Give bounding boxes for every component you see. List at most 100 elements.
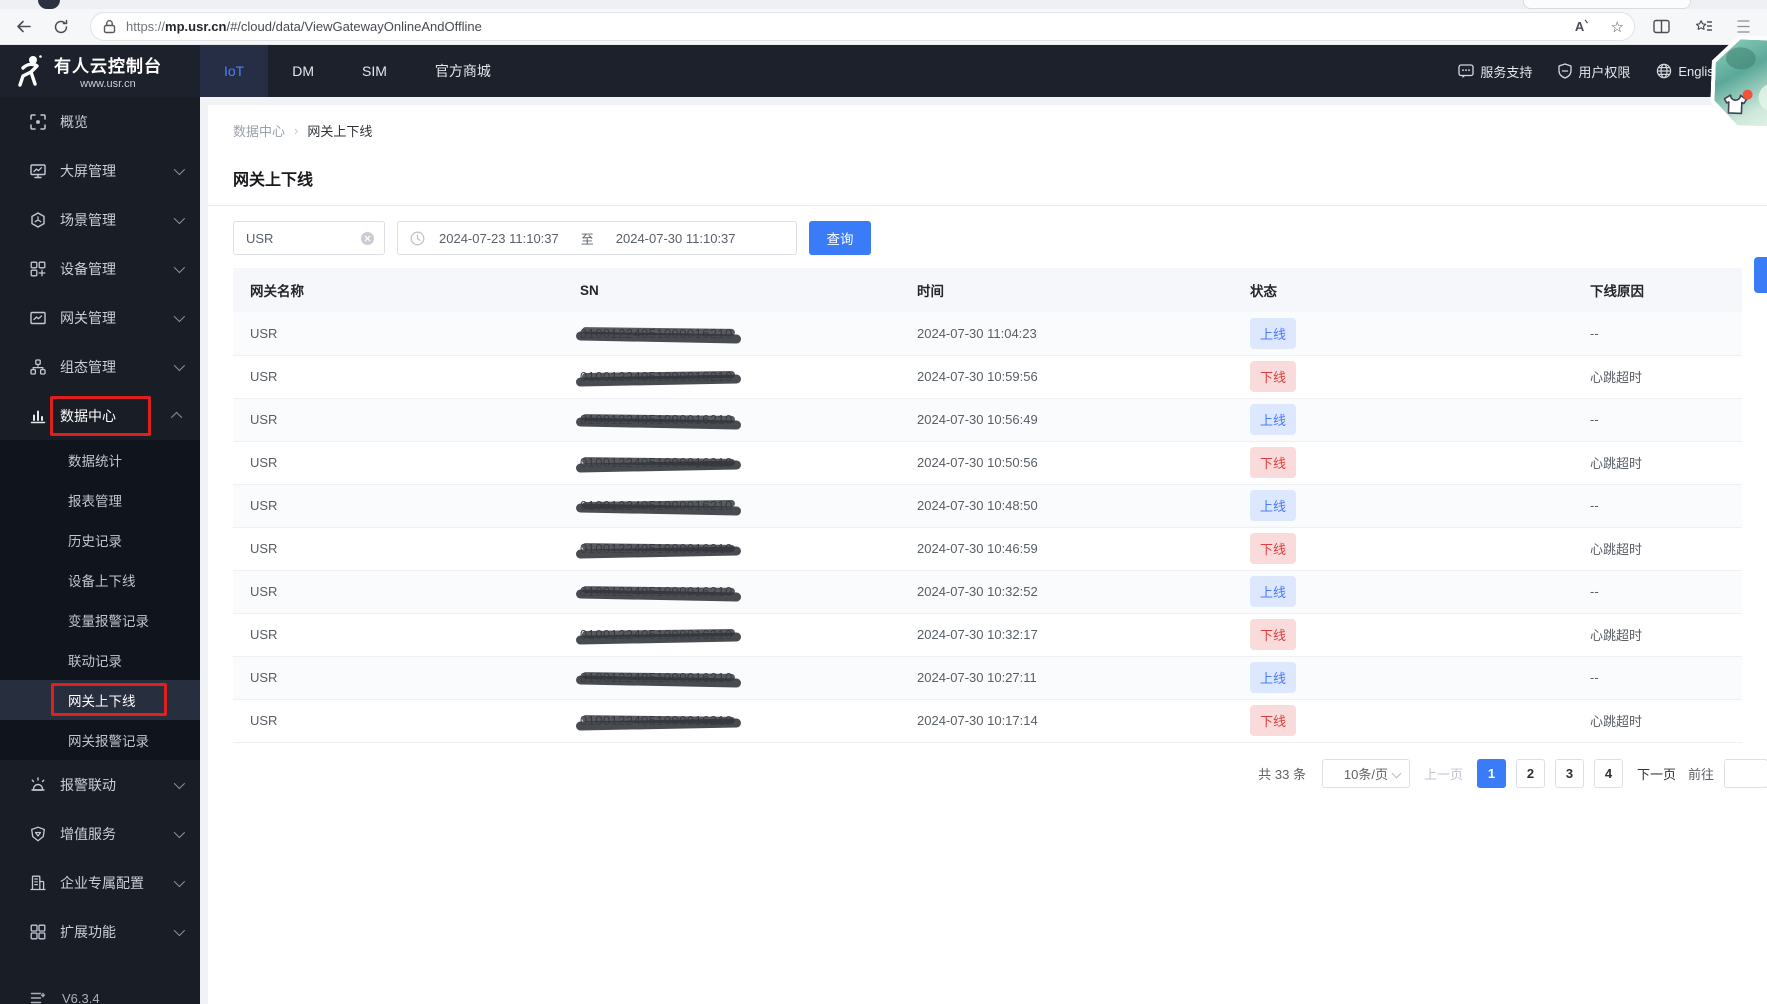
cell-gateway-name: USR xyxy=(233,699,563,743)
read-aloud-icon[interactable]: Aᐠ xyxy=(1575,19,1589,34)
cell-status: 下线 xyxy=(1233,613,1573,657)
cell-time: 2024-07-30 10:59:56 xyxy=(900,355,1233,399)
page-button-1[interactable]: 1 xyxy=(1476,758,1506,788)
date-start: 2024-07-23 11:10:37 xyxy=(439,230,559,246)
gateway-icon xyxy=(30,311,46,324)
logo[interactable]: 有人云控制台 www.usr.cn xyxy=(0,52,200,90)
cell-status: 上线 xyxy=(1233,312,1573,356)
cell-sn: 01001224051000016210 xyxy=(563,312,900,356)
support-link[interactable]: 服务支持 xyxy=(1458,62,1532,81)
prev-page-button[interactable]: 上一页 xyxy=(1424,764,1463,783)
query-button[interactable]: 查询 xyxy=(809,221,871,255)
sidebar-subitem-gateway-alarm[interactable]: 网关报警记录 xyxy=(0,720,200,760)
page-button-4[interactable]: 4 xyxy=(1593,758,1623,788)
sidebar-subitem-linkage[interactable]: 联动记录 xyxy=(0,640,200,680)
col-status: 状态 xyxy=(1233,268,1573,312)
gateway-name-input[interactable] xyxy=(233,221,385,255)
cell-status: 下线 xyxy=(1233,527,1573,571)
sidebar-item-device[interactable]: 设备管理 xyxy=(0,244,200,293)
sidebar-subitem-data-stats[interactable]: 数据统计 xyxy=(0,440,200,480)
version-icon xyxy=(30,992,46,1004)
status-badge: 上线 xyxy=(1250,317,1297,349)
sidebar-item-gateway[interactable]: 网关管理 xyxy=(0,293,200,342)
sidebar: 概览 大屏管理 场景管理 设备管理 网关管理 组态管理 数据中心 数据统计 报表… xyxy=(0,97,200,1004)
datacenter-submenu: 数据统计 报表管理 历史记录 设备上下线 变量报警记录 联动记录 网关上下线 网… xyxy=(0,440,200,760)
permissions-link[interactable]: 用户权限 xyxy=(1558,62,1630,81)
favorite-star-icon[interactable]: ☆ xyxy=(1611,18,1624,36)
sidebar-subitem-device-onoff[interactable]: 设备上下线 xyxy=(0,560,200,600)
sidebar-subitem-var-alarm[interactable]: 变量报警记录 xyxy=(0,600,200,640)
breadcrumb-current: 网关上下线 xyxy=(307,123,373,139)
sidebar-subitem-report[interactable]: 报表管理 xyxy=(0,480,200,520)
page-button-2[interactable]: 2 xyxy=(1515,758,1545,788)
tab-sim[interactable]: SIM xyxy=(338,45,411,97)
cell-status: 上线 xyxy=(1233,398,1573,442)
next-page-button[interactable]: 下一页 xyxy=(1637,764,1676,783)
logo-subtitle: www.usr.cn xyxy=(80,78,136,90)
sidebar-item-scene[interactable]: 场景管理 xyxy=(0,195,200,244)
table-row: USR 01001224051000016210 2024-07-30 10:5… xyxy=(233,355,1742,399)
screen-icon xyxy=(30,163,46,178)
cell-sn: 01001224051000016210 xyxy=(563,484,900,528)
cell-offline-reason: -- xyxy=(1573,312,1742,356)
cell-gateway-name: USR xyxy=(233,441,563,485)
tab-iot[interactable]: IoT xyxy=(200,45,269,97)
lock-icon xyxy=(103,20,116,34)
status-badge: 下线 xyxy=(1250,447,1297,478)
goto-page-input[interactable] xyxy=(1724,758,1767,788)
sidebar-item-extensions[interactable]: 扩展功能 xyxy=(0,907,200,956)
sidebar-subitem-history[interactable]: 历史记录 xyxy=(0,520,200,560)
cell-sn: 01001224051000016210 xyxy=(563,656,900,700)
cell-status: 上线 xyxy=(1233,484,1573,528)
globe-icon xyxy=(1657,63,1672,79)
redaction-scribble xyxy=(581,671,735,681)
back-button[interactable] xyxy=(8,13,38,41)
table-row: USR 01001224051000016210 2024-07-30 11:0… xyxy=(233,312,1742,356)
breadcrumb-parent[interactable]: 数据中心 xyxy=(233,121,285,140)
col-gateway-name: 网关名称 xyxy=(233,268,563,312)
sidebar-item-alarm-linkage[interactable]: 报警联动 xyxy=(0,760,200,809)
table-row: USR 01001224051000016210 2024-07-30 10:4… xyxy=(233,484,1742,528)
alarm-icon xyxy=(31,776,45,791)
clipped-floating-button[interactable] xyxy=(1754,257,1767,293)
divider xyxy=(208,205,1767,206)
cell-offline-reason: 心跳超时 xyxy=(1573,441,1742,485)
tab-dm[interactable]: DM xyxy=(268,45,338,97)
datacenter-icon xyxy=(30,410,46,423)
sidebar-item-scada[interactable]: 组态管理 xyxy=(0,342,200,391)
sidebar-item-datacenter[interactable]: 数据中心 xyxy=(0,391,200,440)
sidebar-item-vas[interactable]: 增值服务 xyxy=(0,809,200,858)
sidebar-item-bigscreen[interactable]: 大屏管理 xyxy=(0,146,200,195)
split-screen-icon[interactable] xyxy=(1653,19,1670,34)
collections-icon[interactable] xyxy=(1694,19,1712,34)
browser-tab-fragment[interactable] xyxy=(1523,0,1691,9)
cell-sn: 01001224051000016210 xyxy=(563,398,900,442)
url-text: https://mp.usr.cn/#/cloud/data/ViewGatew… xyxy=(126,19,482,34)
clear-input-icon[interactable] xyxy=(360,231,375,246)
overview-icon xyxy=(30,113,46,130)
sidebar-subitem-gateway-onoff[interactable]: 网关上下线 xyxy=(0,680,200,720)
clipped-toolbar-icon[interactable] xyxy=(1736,19,1750,34)
page-button-3[interactable]: 3 xyxy=(1554,758,1584,788)
refresh-button[interactable] xyxy=(46,13,76,41)
table-body: USR 01001224051000016210 2024-07-30 11:0… xyxy=(233,312,1742,743)
shirt-icon xyxy=(1722,93,1749,116)
page-size-select[interactable]: 10条/页 xyxy=(1321,758,1410,788)
tab-mall[interactable]: 官方商城 xyxy=(411,45,515,97)
sidebar-item-overview[interactable]: 概览 xyxy=(0,97,200,146)
cell-gateway-name: USR xyxy=(233,312,563,356)
clock-icon xyxy=(410,231,425,245)
version-label: V6.3.4 xyxy=(62,990,100,1004)
chevron-down-icon xyxy=(1391,768,1402,778)
gateway-name-field[interactable] xyxy=(246,230,346,246)
cell-sn: 01001224051000016210 xyxy=(563,355,900,399)
cell-offline-reason: -- xyxy=(1573,398,1742,442)
table-row: USR 01001224051000016210 2024-07-30 10:1… xyxy=(233,699,1742,743)
address-bar[interactable]: https://mp.usr.cn/#/cloud/data/ViewGatew… xyxy=(90,12,1635,41)
date-range-picker[interactable]: 2024-07-23 11:10:37 至 2024-07-30 11:10:3… xyxy=(397,221,797,255)
cell-time: 2024-07-30 10:46:59 xyxy=(900,527,1233,571)
cell-sn: 01001224051000016210 xyxy=(563,527,900,571)
cell-time: 2024-07-30 10:48:50 xyxy=(900,484,1233,528)
table-header-row: 网关名称 SN 时间 状态 下线原因 xyxy=(233,268,1742,312)
sidebar-item-enterprise[interactable]: 企业专属配置 xyxy=(0,858,200,907)
